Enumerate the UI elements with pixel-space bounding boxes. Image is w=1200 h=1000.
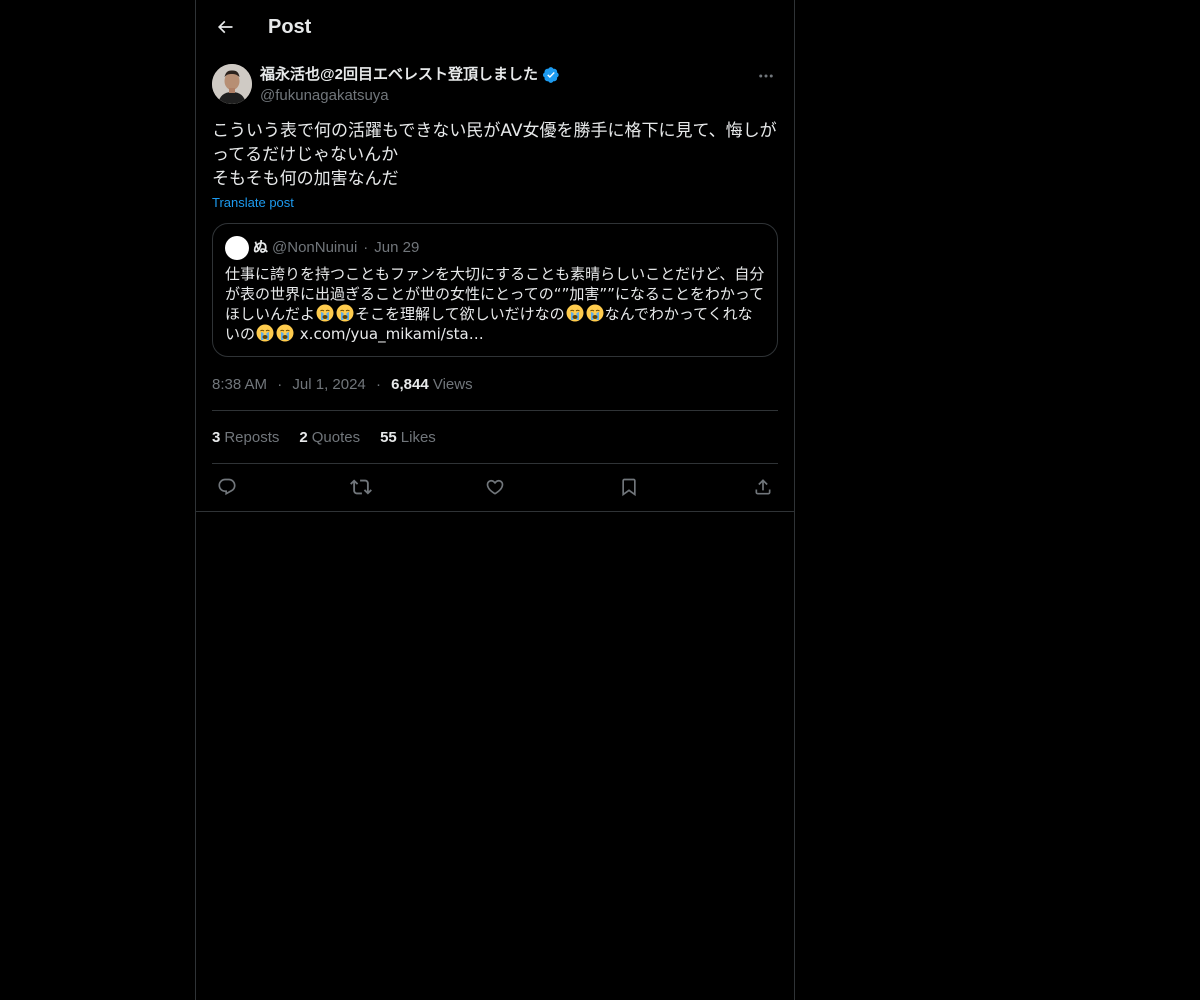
quotes-stat[interactable]: 2 Quotes <box>299 428 360 448</box>
bookmark-button[interactable] <box>614 475 644 499</box>
repost-icon <box>350 479 372 495</box>
crying-face-icon <box>336 304 354 322</box>
post-date[interactable]: Jul 1, 2024 <box>292 376 365 393</box>
back-button[interactable] <box>208 10 242 44</box>
crying-face-icon <box>566 304 584 322</box>
quote-date: Jun 29 <box>374 239 420 256</box>
main-column: Post 福永活也@2回目エベレスト登頂しました @fukunagakatsuy… <box>195 0 795 1000</box>
share-button[interactable] <box>748 475 778 499</box>
quote-author-avatar <box>225 236 249 260</box>
more-dots-icon <box>759 74 773 78</box>
author-handle[interactable]: @fukunagakatsuya <box>260 86 730 106</box>
crying-face-icon <box>586 304 604 322</box>
reposts-label: Reposts <box>224 429 280 446</box>
author-info: 福永活也@2回目エベレスト登頂しました @fukunagakatsuya <box>260 64 730 106</box>
repost-button[interactable] <box>346 475 376 499</box>
likes-count: 55 <box>380 429 397 446</box>
divider <box>212 463 778 464</box>
post-time[interactable]: 8:38 AM <box>212 376 267 393</box>
likes-stat[interactable]: 55 Likes <box>380 428 436 448</box>
divider <box>212 410 778 411</box>
divider <box>196 511 794 512</box>
page-title: Post <box>268 16 312 38</box>
post-text: こういう表で何の活躍もできない民がAV女優を勝手に格下に見て、悔しがってるだけじ… <box>212 121 777 189</box>
reply-button[interactable] <box>212 475 242 499</box>
arrow-left-icon <box>217 20 233 34</box>
quote-author-handle: @NonNuinui <box>272 239 358 256</box>
quote-link[interactable]: x.com/yua_mikami/sta… <box>300 325 484 343</box>
post-meta: 8:38 AM · Jul 1, 2024 · 6,844 Views <box>212 375 473 395</box>
separator-dot: · <box>363 239 369 256</box>
heart-icon <box>486 479 504 495</box>
quotes-count: 2 <box>299 429 308 446</box>
crying-face-icon <box>276 324 294 342</box>
quoted-post[interactable]: ぬ @NonNuinui · Jun 29 仕事に誇りを持つこともファンを大切に… <box>212 223 778 357</box>
author-avatar[interactable] <box>212 64 252 104</box>
quote-author-name: ぬ <box>253 239 269 256</box>
share-icon <box>755 479 771 495</box>
quote-text-part2: そこを理解して欲しいだけなの <box>355 305 565 323</box>
like-button[interactable] <box>480 475 510 499</box>
crying-face-icon <box>316 304 334 322</box>
page-header: Post <box>196 0 794 53</box>
reposts-count: 3 <box>212 429 221 446</box>
reposts-stat[interactable]: 3 Reposts <box>212 428 279 448</box>
quote-author-info: ぬ @NonNuinui · Jun 29 <box>253 238 419 258</box>
quotes-label: Quotes <box>311 429 361 446</box>
more-options-button[interactable] <box>754 66 778 86</box>
crying-face-icon <box>256 324 274 342</box>
post-stats: 3 Reposts 2 Quotes 55 Likes <box>212 428 456 448</box>
verified-badge-icon[interactable] <box>542 66 560 84</box>
separator-dot: · <box>277 376 283 393</box>
views-count: 6,844 <box>391 376 429 393</box>
reply-icon <box>218 478 236 496</box>
likes-label: Likes <box>400 429 436 446</box>
author-display-name[interactable]: 福永活也@2回目エベレスト登頂しました <box>260 65 538 85</box>
action-bar <box>212 475 778 499</box>
translate-post-link[interactable]: Translate post <box>212 195 294 211</box>
views-label: Views <box>432 376 473 393</box>
quote-text: 仕事に誇りを持つこともファンを大切にすることも素晴らしいことだけど、自分が表の世… <box>225 264 767 344</box>
person-photo-icon <box>212 64 252 104</box>
separator-dot: · <box>375 376 381 393</box>
bookmark-icon <box>622 478 636 497</box>
